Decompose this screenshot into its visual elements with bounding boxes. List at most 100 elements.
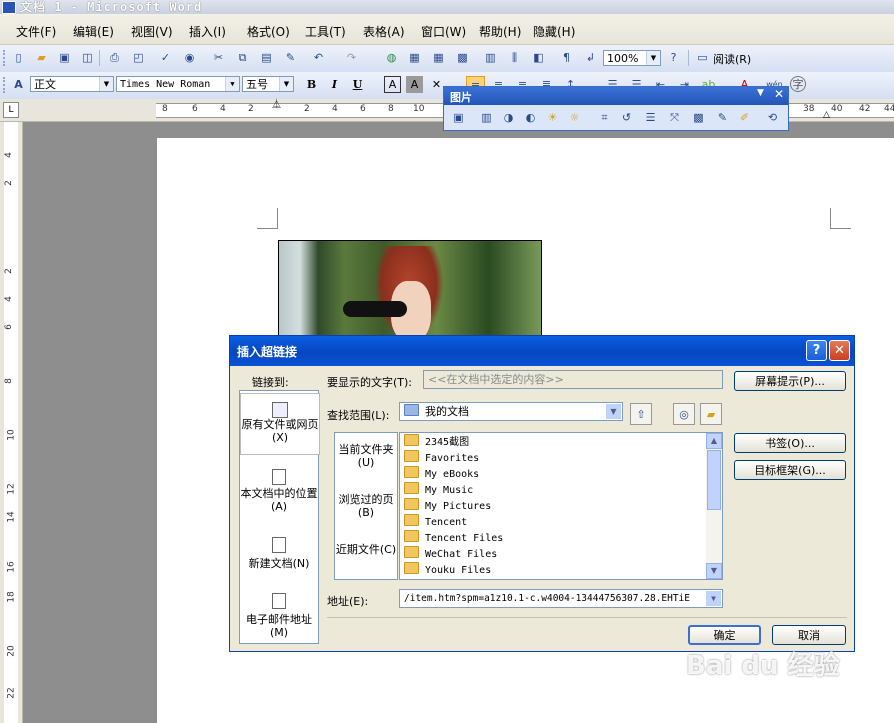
list-item[interactable]: Favorites	[404, 450, 479, 466]
character-shading-icon[interactable]: A	[406, 76, 423, 93]
redo-icon[interactable]: ↷	[343, 49, 360, 66]
spelling-icon[interactable]: ✓	[157, 49, 174, 66]
cancel-button[interactable]: 取消	[772, 625, 846, 645]
picture-toolbar-titlebar[interactable]: 图片 ▼ ✕	[444, 87, 788, 105]
close-icon[interactable]: ✕	[829, 340, 850, 361]
menu-format[interactable]: 格式(O)	[247, 23, 290, 40]
scroll-down-icon[interactable]: ▼	[706, 563, 722, 579]
browsed-pages-item[interactable]: 浏览过的页(B)	[335, 493, 397, 519]
insert-hyperlink-icon[interactable]: ◍	[383, 49, 400, 66]
menu-table[interactable]: 表格(A)	[363, 23, 405, 40]
toolbar-grip[interactable]	[3, 50, 8, 66]
display-text-field[interactable]: <<在文档中选定的内容>>	[423, 370, 723, 389]
new-document-icon[interactable]: ▯	[10, 49, 27, 66]
tables-borders-icon[interactable]: ▦	[406, 49, 423, 66]
read-mode-button[interactable]: 阅读(R)	[713, 51, 751, 67]
menu-edit[interactable]: 编辑(E)	[73, 23, 114, 40]
chevron-down-icon[interactable]: ▼	[606, 404, 621, 419]
ok-button[interactable]: 确定	[688, 625, 761, 645]
character-border-icon[interactable]: A	[384, 76, 401, 93]
menu-tools[interactable]: 工具(T)	[305, 23, 346, 40]
link-new-document-item[interactable]: 新建文档(N)	[240, 531, 318, 581]
less-brightness-icon[interactable]: ☼	[566, 109, 583, 126]
crop-icon[interactable]: ⌗	[596, 109, 613, 126]
undo-icon[interactable]: ↶	[310, 49, 327, 66]
research-icon[interactable]: ◉	[181, 49, 198, 66]
close-icon[interactable]: ✕	[774, 87, 784, 101]
list-item[interactable]: WeChat Files	[404, 546, 497, 562]
more-brightness-icon[interactable]: ☀	[544, 109, 561, 126]
list-item[interactable]: My Music	[404, 482, 473, 498]
link-existing-file-item[interactable]: 原有文件或网页(X)	[240, 393, 320, 455]
chevron-down-icon[interactable]: ▼	[225, 77, 239, 91]
cut-icon[interactable]: ✂	[210, 49, 227, 66]
address-field[interactable]: /item.htm?spm=a1z10.1-c.w4004-1344475630…	[399, 589, 723, 608]
vertical-ruler-bar[interactable]	[4, 122, 18, 723]
target-frame-button[interactable]: 目标框架(G)...	[734, 460, 846, 480]
insert-excel-icon[interactable]: ▩	[454, 49, 471, 66]
menu-view[interactable]: 视图(V)	[131, 23, 173, 40]
underline-button[interactable]: U	[349, 76, 366, 93]
less-contrast-icon[interactable]: ◐	[522, 109, 539, 126]
recent-files-item[interactable]: 近期文件(C)	[335, 543, 397, 556]
font-size-select[interactable]: 五号 ▼	[242, 76, 294, 92]
menu-hide[interactable]: 隐藏(H)	[533, 23, 575, 40]
print-icon[interactable]: ⎙	[106, 49, 123, 66]
permission-icon[interactable]: ◫	[79, 49, 96, 66]
show-marks-icon[interactable]: ↲	[582, 49, 599, 66]
list-item[interactable]: Tencent	[404, 514, 467, 530]
list-item[interactable]: My eBooks	[404, 466, 479, 482]
text-wrapping-icon[interactable]: ▩	[690, 109, 707, 126]
print-preview-icon[interactable]: ◰	[130, 49, 147, 66]
menu-insert[interactable]: 插入(I)	[189, 23, 226, 40]
document-map-icon[interactable]: ◧	[530, 49, 547, 66]
insert-table-icon[interactable]: ▦	[430, 49, 447, 66]
compress-icon[interactable]: ⤧	[666, 109, 683, 126]
list-item[interactable]: 2345截图	[404, 434, 469, 450]
indent-marker[interactable]: ⏅	[272, 101, 281, 119]
open-folder-icon[interactable]: ▰	[33, 49, 50, 66]
columns-icon[interactable]: ▥	[482, 49, 499, 66]
italic-button[interactable]: I	[326, 76, 343, 93]
save-icon[interactable]: ▣	[56, 49, 73, 66]
help-icon[interactable]: ?	[665, 49, 682, 66]
menu-file[interactable]: 文件(F)	[16, 23, 56, 40]
look-in-select[interactable]: 我的文档 ▼	[399, 402, 623, 421]
paste-icon[interactable]: ▤	[258, 49, 275, 66]
format-picture-icon[interactable]: ✎	[714, 109, 731, 126]
file-list-scrollbar[interactable]: ▲ ▼	[706, 433, 722, 579]
menu-window[interactable]: 窗口(W)	[421, 23, 466, 40]
format-painter-icon[interactable]: ✎	[282, 49, 299, 66]
reset-picture-icon[interactable]: ⟲	[764, 109, 781, 126]
menu-help[interactable]: 帮助(H)	[479, 23, 521, 40]
screentip-button[interactable]: 屏幕提示(P)...	[734, 371, 846, 391]
insert-picture-icon[interactable]: ▣	[450, 109, 467, 126]
chevron-down-icon[interactable]: ▼	[279, 77, 293, 91]
drawing-icon[interactable]: ⫼	[506, 49, 523, 66]
list-item[interactable]: Tencent Files	[404, 530, 503, 546]
browse-file-icon[interactable]: ▰	[700, 403, 722, 425]
chevron-down-icon[interactable]: ▼	[646, 51, 660, 65]
list-item[interactable]: My Pictures	[404, 498, 491, 514]
scroll-thumb[interactable]	[707, 450, 721, 510]
chevron-down-icon[interactable]: ▼	[706, 591, 721, 606]
zoom-select[interactable]: 100% ▼	[603, 50, 661, 66]
set-transparent-icon[interactable]: ✐	[736, 109, 753, 126]
font-select[interactable]: Times New Roman ▼	[116, 76, 240, 92]
show-hide-icon[interactable]: ¶	[558, 49, 575, 66]
enclose-characters-icon[interactable]: 字	[790, 76, 806, 92]
styles-formatting-icon[interactable]: A	[10, 76, 27, 93]
list-item[interactable]: Youku Files	[404, 562, 491, 578]
tab-selector[interactable]: L	[3, 102, 19, 118]
link-this-document-item[interactable]: 本文档中的位置(A)	[240, 463, 318, 518]
link-email-item[interactable]: 电子邮件地址(M)	[240, 587, 318, 642]
toolbar-options-icon[interactable]: ▼	[757, 88, 764, 98]
scroll-up-icon[interactable]: ▲	[706, 433, 722, 449]
toolbar-grip[interactable]	[3, 77, 8, 93]
read-icon[interactable]: ▭	[694, 49, 711, 66]
browse-web-icon[interactable]: ◎	[673, 403, 695, 425]
chevron-down-icon[interactable]: ▼	[99, 77, 113, 91]
current-folder-item[interactable]: 当前文件夹(U)	[335, 443, 397, 469]
rotate-icon[interactable]: ↺	[618, 109, 635, 126]
up-folder-icon[interactable]: ⇧	[630, 403, 652, 425]
